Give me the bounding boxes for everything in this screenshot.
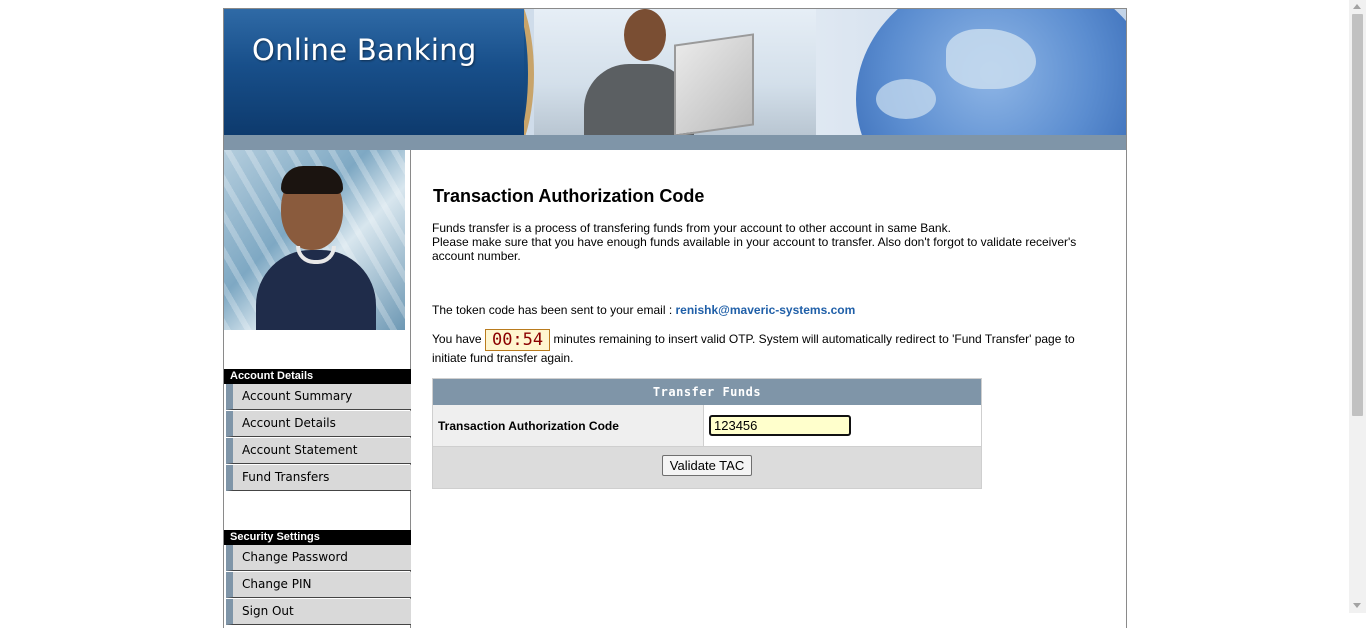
countdown-timer: 00:54 bbox=[484, 329, 551, 351]
tac-field-cell bbox=[704, 405, 981, 446]
menu-account-statement[interactable]: Account Statement bbox=[226, 438, 411, 464]
intro-text: Funds transfer is a process of transferi… bbox=[432, 221, 1092, 263]
email-address: renishk@maveric-systems.com bbox=[675, 303, 856, 317]
site-title: Online Banking bbox=[252, 33, 477, 67]
page-scrollbar[interactable] bbox=[1349, 0, 1366, 613]
menu-change-pin[interactable]: Change PIN bbox=[226, 572, 411, 598]
timer-message: You have 00:54 minutes remaining to inse… bbox=[432, 329, 1092, 365]
scroll-down-icon[interactable] bbox=[1353, 603, 1361, 608]
page-frame: Online Banking Account Details Account S… bbox=[223, 8, 1127, 628]
menu-sign-out[interactable]: Sign Out bbox=[226, 599, 411, 625]
form-header: Transfer Funds bbox=[433, 379, 981, 405]
intro-line-2: Please make sure that you have enough fu… bbox=[432, 235, 1077, 263]
menu-fund-transfers[interactable]: Fund Transfers bbox=[226, 465, 411, 491]
tac-input[interactable] bbox=[709, 415, 851, 436]
tac-label: Transaction Authorization Code bbox=[433, 405, 704, 446]
form-footer: Validate TAC bbox=[433, 447, 981, 488]
intro-line-1: Funds transfer is a process of transferi… bbox=[432, 221, 951, 235]
transfer-funds-form: Transfer Funds Transaction Authorization… bbox=[432, 378, 982, 489]
scroll-thumb[interactable] bbox=[1352, 14, 1363, 416]
main-content: Transaction Authorization Code Funds tra… bbox=[412, 150, 1126, 628]
site-banner: Online Banking bbox=[224, 9, 1126, 135]
token-message: The token code has been sent to your ema… bbox=[432, 303, 855, 317]
form-row-tac: Transaction Authorization Code bbox=[433, 405, 981, 447]
token-text: The token code has been sent to your ema… bbox=[432, 303, 676, 317]
menu-account-summary[interactable]: Account Summary bbox=[226, 384, 411, 410]
section-security-settings: Security Settings bbox=[224, 530, 411, 545]
globe-image bbox=[816, 9, 1126, 135]
validate-tac-button[interactable]: Validate TAC bbox=[661, 455, 753, 476]
scroll-up-icon[interactable] bbox=[1353, 4, 1361, 9]
section-account-details: Account Details bbox=[224, 369, 411, 384]
laptop-image bbox=[674, 33, 754, 135]
sidebar: Account Details Account Summary Account … bbox=[224, 150, 411, 628]
banner-divider bbox=[224, 135, 1126, 150]
page-title: Transaction Authorization Code bbox=[433, 186, 705, 206]
profile-photo bbox=[224, 150, 405, 330]
banner-photo bbox=[534, 9, 816, 135]
timer-prefix: You have bbox=[432, 332, 482, 347]
menu-change-password[interactable]: Change Password bbox=[226, 545, 411, 571]
menu-account-details[interactable]: Account Details bbox=[226, 411, 411, 437]
